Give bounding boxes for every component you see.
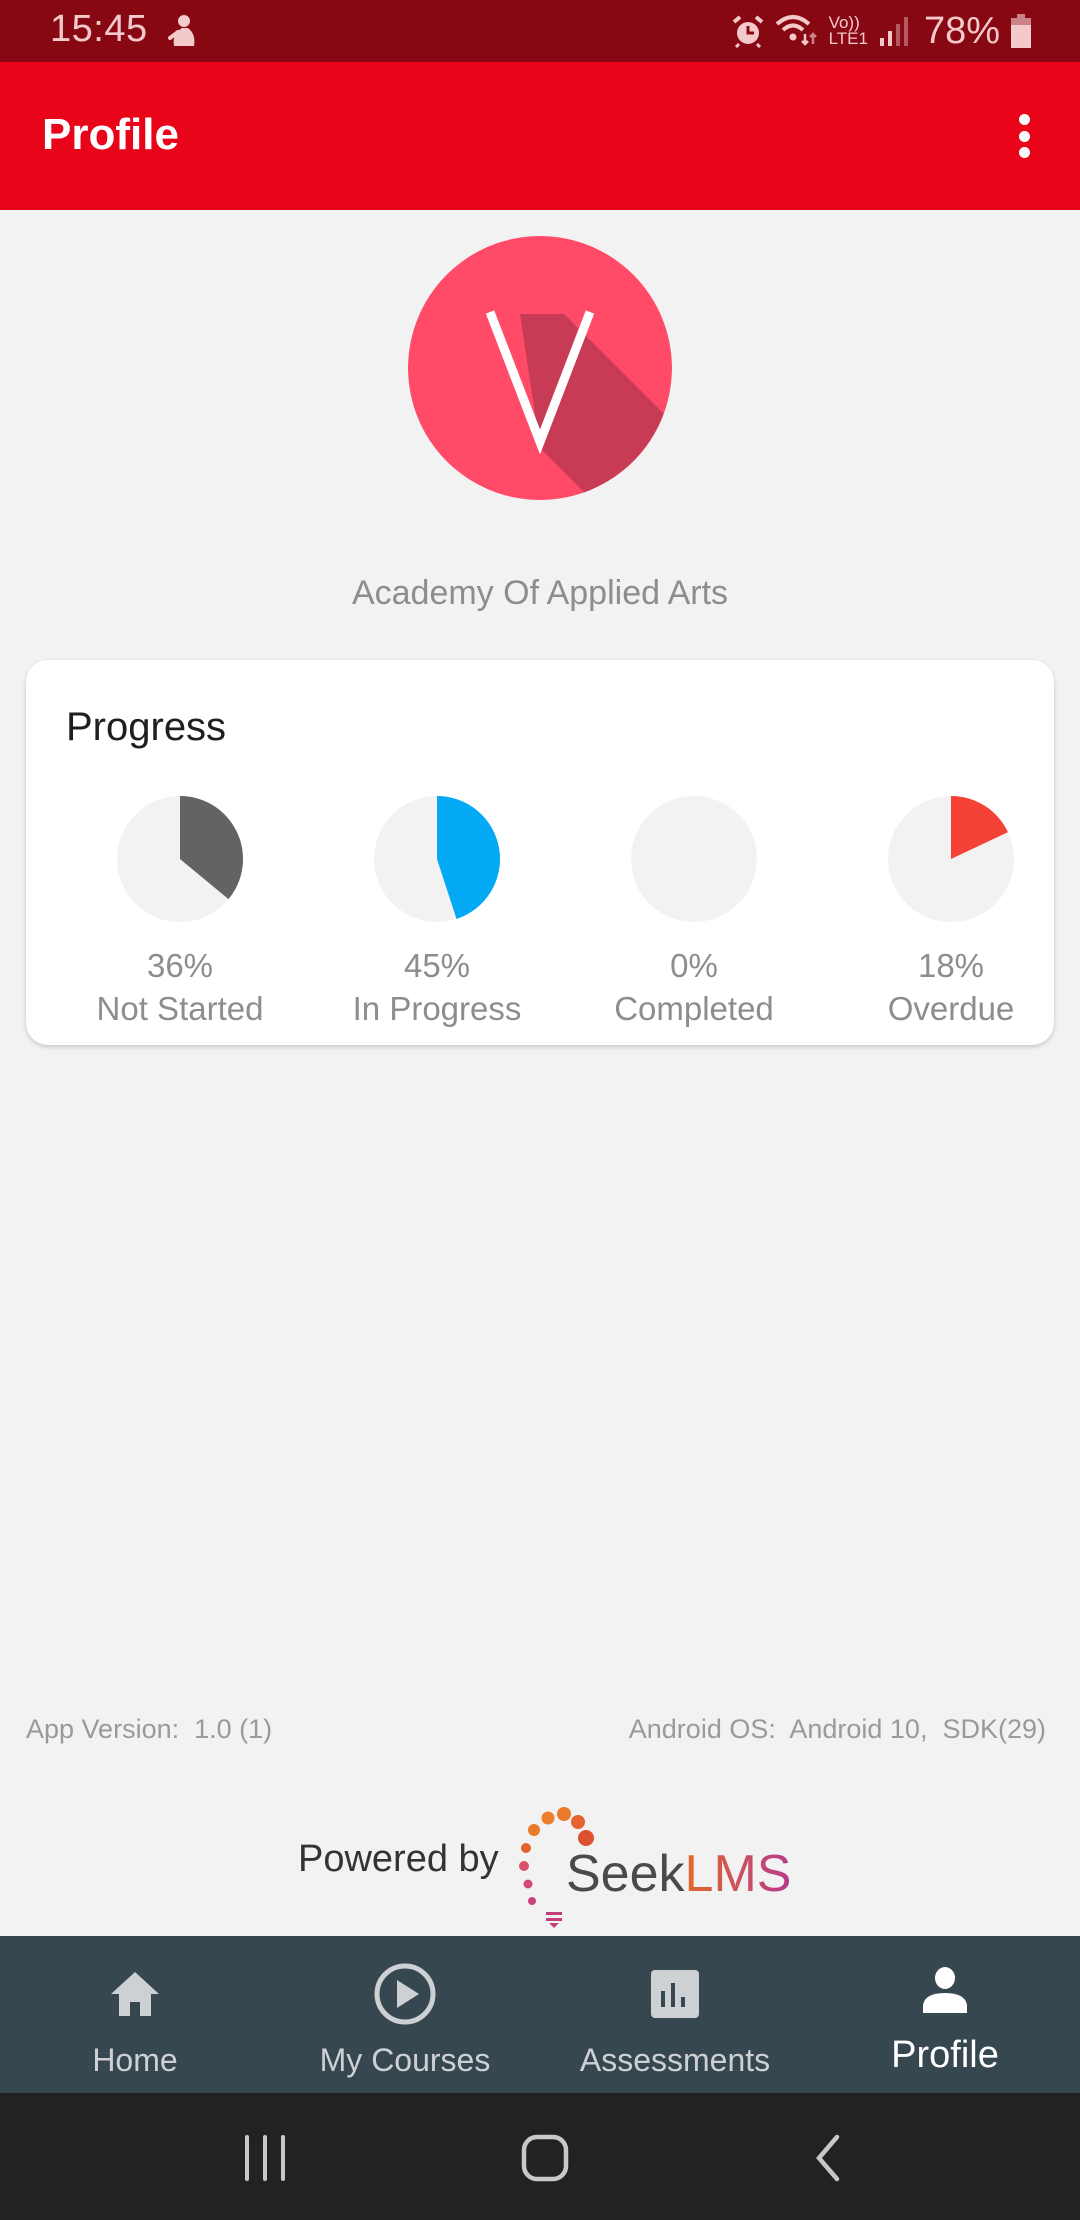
nav-item-profile[interactable]: Profile (810, 1936, 1080, 2093)
back-button[interactable] (793, 2123, 863, 2193)
progress-label: Overdue (887, 990, 1015, 1027)
powered-by: Powered by SeekLMS (0, 1800, 1080, 1930)
status-icons: Vo)) LTE1 78% (731, 8, 1032, 54)
pie-chart-completed (631, 796, 757, 922)
nav-item-home[interactable]: Home (0, 1936, 270, 2093)
notification-icon (168, 15, 195, 46)
pie-background (631, 796, 757, 922)
progress-label: In Progress (352, 990, 522, 1027)
home-button[interactable] (510, 2123, 580, 2193)
bottom-navigation: Home My Courses Assessments Profile (0, 1936, 1080, 2093)
system-navigation-bar (0, 2093, 1080, 2220)
status-time: 15:45 (50, 8, 148, 50)
back-icon (816, 2134, 840, 2182)
progress-percent: 18% (917, 947, 985, 984)
wifi-icon (775, 15, 817, 46)
powered-by-text: Powered by (298, 1838, 499, 1880)
app-bar: Profile (0, 62, 1080, 210)
app-version: App Version: 1.0 (1) (26, 1714, 273, 1744)
nav-label: My Courses (319, 2042, 491, 2078)
assessment-icon (643, 1962, 707, 2026)
nav-label: Profile (891, 2034, 999, 2076)
pie-chart-overdue (888, 796, 1014, 922)
progress-percent: 36% (146, 947, 214, 984)
volte-icon: Vo)) LTE1 (828, 13, 868, 48)
recents-icon (245, 2135, 285, 2181)
nav-label: Assessments (579, 2042, 771, 2078)
page-title: Profile (42, 110, 179, 159)
pie-chart-in-progress (374, 796, 501, 922)
signal-icon (879, 17, 908, 46)
more-options-button[interactable] (1004, 102, 1044, 170)
avatar[interactable] (408, 236, 672, 500)
progress-item-in-progress: 45% In Progress (317, 794, 557, 1032)
progress-card: Progress 36% Not Started 45% In Progress… (26, 660, 1054, 1045)
alarm-icon (732, 15, 763, 48)
battery-icon (1011, 14, 1031, 48)
progress-percent: 0% (670, 947, 718, 984)
status-bar: 15:45 Vo)) LTE1 78% (0, 0, 1080, 62)
progress-label: Not Started (96, 990, 264, 1027)
battery-percent: 78% (923, 9, 1000, 52)
play-circle-icon (373, 1962, 437, 2026)
progress-title: Progress (66, 705, 227, 749)
pie-chart-not-started (117, 796, 243, 922)
progress-item-completed: 0% Completed (574, 794, 814, 1032)
recents-button[interactable] (230, 2123, 300, 2193)
nav-label: Home (92, 2042, 178, 2078)
seeklms-logo-text: SeekLMS (566, 1845, 792, 1903)
avatar-letter-icon (408, 236, 672, 500)
progress-item-overdue: 18% Overdue (831, 794, 1071, 1032)
progress-label: Completed (614, 990, 774, 1027)
home-circle-icon (521, 2134, 569, 2182)
nav-item-assessments[interactable]: Assessments (540, 1936, 810, 2093)
progress-percent: 45% (403, 947, 471, 984)
person-icon (913, 1958, 977, 2022)
home-icon (103, 1962, 167, 2026)
organization-name: Academy Of Applied Arts (351, 574, 729, 612)
progress-item-not-started: 36% Not Started (60, 794, 300, 1032)
more-vert-icon (1018, 114, 1030, 125)
os-version: Android OS: Android 10, SDK(29) (628, 1714, 1046, 1744)
nav-item-my-courses[interactable]: My Courses (270, 1936, 540, 2093)
